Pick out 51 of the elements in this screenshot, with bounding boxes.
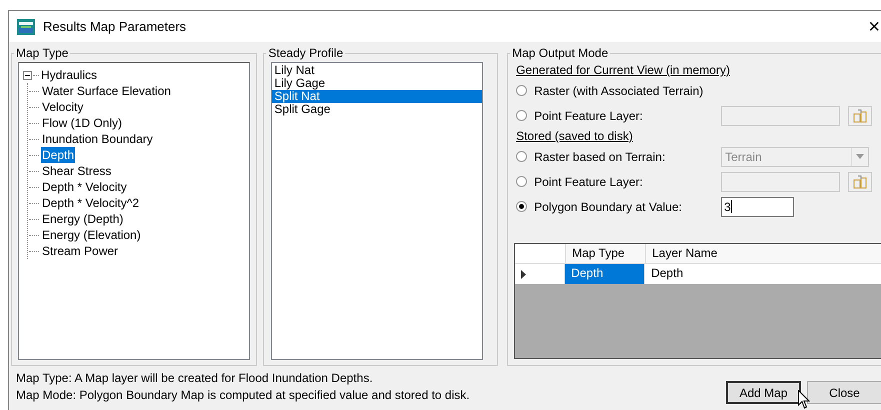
column-header[interactable]: Layer Name [646, 244, 881, 263]
browse-button[interactable] [848, 172, 872, 192]
table-cell[interactable]: Depth [565, 264, 646, 284]
window-title: Results Map Parameters [43, 19, 188, 34]
dialog-button[interactable]: Close [807, 381, 881, 404]
list-item[interactable]: Lily Gage [272, 77, 482, 90]
list-item[interactable]: Split Nat [272, 90, 482, 103]
tree-item[interactable]: Energy (Depth) [41, 211, 124, 227]
dropdown-arrow-icon [856, 154, 864, 159]
section-heading: Generated for Current View (in memory) [516, 63, 731, 78]
group-title: Steady Profile [267, 46, 344, 60]
radio-button[interactable] [516, 201, 528, 212]
list-item[interactable]: Split Gage [272, 103, 482, 116]
column-header[interactable]: Map Type [566, 244, 646, 263]
collapse-toggle[interactable] [23, 70, 32, 80]
row-header[interactable] [515, 264, 566, 284]
status-text: Map Mode: Polygon Boundary Map is computed at specified value and stored to disk. [16, 387, 471, 404]
tree-item[interactable]: Depth [41, 147, 76, 163]
tree-item[interactable]: Energy (Elevation) [41, 227, 142, 243]
folder-icon [852, 174, 868, 189]
app-icon [17, 18, 35, 34]
radio-button[interactable] [516, 85, 528, 96]
tree-item[interactable]: Velocity [41, 99, 84, 115]
radio-button[interactable] [516, 151, 528, 162]
input-field[interactable]: 3 [721, 196, 794, 216]
option-label: Point Feature Layer: [534, 174, 644, 188]
tree-item[interactable]: Inundation Boundary [41, 131, 154, 147]
close-button[interactable]: × [868, 16, 880, 36]
section-heading: Stored (saved to disk) [516, 129, 634, 144]
tree-item[interactable]: Water Surface Elevation [41, 83, 172, 99]
group-title: Map Type [15, 46, 70, 60]
cursor-icon [798, 390, 810, 409]
option-label: Point Feature Layer: [534, 108, 644, 122]
tree-item[interactable]: Stream Power [41, 243, 120, 259]
browse-button[interactable] [848, 106, 872, 126]
dialog-button[interactable]: Add Map [726, 381, 801, 404]
option-label: Raster (with Associated Terrain) [534, 84, 704, 98]
tree-item[interactable]: Shear Stress [41, 163, 112, 179]
tree-item[interactable]: Flow (1D Only) [41, 115, 124, 131]
option-label: Polygon Boundary at Value: [534, 200, 683, 214]
group-title: Map Output Mode [511, 46, 610, 60]
status-text: Map Type: A Map layer will be created for Flood Inundation Depths. [16, 370, 374, 387]
tree-item[interactable]: Hydraulics [40, 67, 98, 83]
tree-item[interactable]: Depth * Velocity [41, 179, 128, 195]
radio-button[interactable] [516, 176, 528, 187]
option-label: Raster based on Terrain: [534, 150, 666, 164]
folder-icon [852, 108, 868, 123]
table-cell[interactable]: Depth [645, 264, 881, 284]
radio-button[interactable] [516, 110, 528, 121]
tree-item[interactable]: Depth * Velocity^2 [41, 195, 140, 211]
list-item[interactable]: Lily Nat [272, 64, 482, 77]
